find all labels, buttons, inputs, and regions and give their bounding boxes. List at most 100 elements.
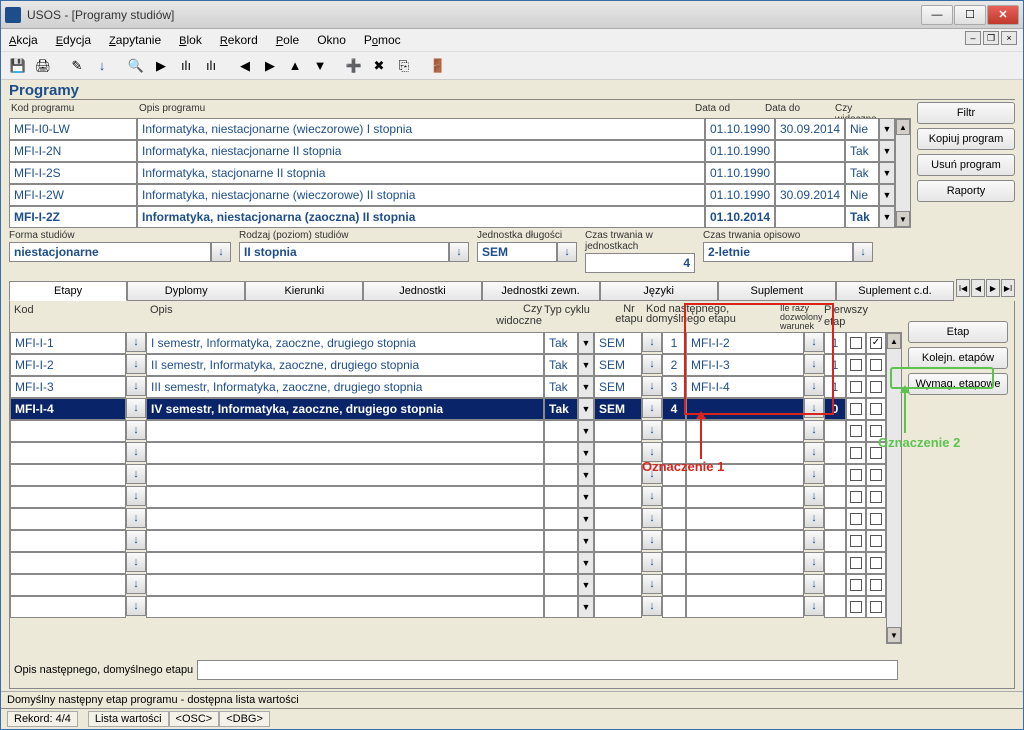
czy-dropdown-icon[interactable]: ▼	[879, 140, 895, 162]
tab-suplement-c-d-[interactable]: Suplement c.d.	[836, 281, 954, 301]
pierwszy-checkbox[interactable]	[870, 469, 882, 481]
etapy-scrollbar[interactable]: ▲ ▼	[886, 332, 902, 644]
warunek-checkbox[interactable]	[850, 425, 862, 437]
program-row[interactable]: MFI-I0-LW Informatyka, niestacjonarne (w…	[9, 118, 895, 140]
rodzaj-lov-icon[interactable]: ↓	[449, 242, 469, 262]
typ-lov-icon[interactable]: ↓	[642, 420, 662, 440]
etap-row[interactable]: MFI-I-2 ↓ II semestr, Informatyka, zaocz…	[10, 354, 886, 376]
czy-dd-icon[interactable]: ▼	[578, 398, 594, 420]
pierwszy-checkbox[interactable]	[870, 579, 882, 591]
mdi-minimize[interactable]: –	[965, 31, 981, 45]
menu-blok[interactable]: Blok	[179, 33, 202, 47]
czy-dd-icon[interactable]: ▼	[578, 552, 594, 574]
tab-j-zyki[interactable]: Języki	[600, 281, 718, 301]
etap-row[interactable]: ↓ ▼ ↓ ↓	[10, 420, 886, 442]
pierwszy-checkbox[interactable]	[870, 491, 882, 503]
etap-row[interactable]: MFI-I-4 ↓ IV semestr, Informatyka, zaocz…	[10, 398, 886, 420]
czy-dropdown-icon[interactable]: ▼	[879, 118, 895, 140]
tab-dyplomy[interactable]: Dyplomy	[127, 281, 245, 301]
typ-lov-icon[interactable]: ↓	[642, 398, 662, 418]
kod-lov-icon[interactable]: ↓	[126, 464, 146, 484]
etap-row[interactable]: ↓ ▼ ↓ ↓	[10, 552, 886, 574]
czy-dropdown-icon[interactable]: ▼	[879, 162, 895, 184]
warunek-checkbox[interactable]	[850, 601, 862, 613]
program-row[interactable]: MFI-I-2W Informatyka, niestacjonarne (wi…	[9, 184, 895, 206]
typ-lov-icon[interactable]: ↓	[642, 332, 662, 352]
forma-lov-icon[interactable]: ↓	[211, 242, 231, 262]
etap-row[interactable]: ↓ ▼ ↓ ↓	[10, 596, 886, 618]
close-button[interactable]: ✕	[987, 5, 1019, 25]
rodzaj-value[interactable]: II stopnia	[239, 242, 449, 262]
kod-lov-icon[interactable]: ↓	[126, 420, 146, 440]
etap-row[interactable]: MFI-I-1 ↓ I semestr, Informatyka, zaoczn…	[10, 332, 886, 354]
etap-row[interactable]: ↓ ▼ ↓ ↓	[10, 486, 886, 508]
tab-last-icon[interactable]: ▶I	[1001, 279, 1015, 297]
tab-kierunki[interactable]: Kierunki	[245, 281, 363, 301]
warunek-checkbox[interactable]	[850, 469, 862, 481]
mdi-close[interactable]: ×	[1001, 31, 1017, 45]
etap-row[interactable]: ↓ ▼ ↓ ↓	[10, 442, 886, 464]
tab-etapy[interactable]: Etapy	[9, 281, 127, 301]
bars-icon[interactable]: ılı	[175, 55, 197, 77]
menu-zapytanie[interactable]: Zapytanie	[109, 33, 161, 47]
kod-lov-icon[interactable]: ↓	[126, 442, 146, 462]
nast-lov-icon[interactable]: ↓	[804, 574, 824, 594]
nast-lov-icon[interactable]: ↓	[804, 398, 824, 418]
czy-dd-icon[interactable]: ▼	[578, 464, 594, 486]
up-icon[interactable]: ▲	[284, 55, 306, 77]
duplicate-icon[interactable]: ⎘	[393, 55, 415, 77]
czy-dd-icon[interactable]: ▼	[578, 574, 594, 596]
kod-lov-icon[interactable]: ↓	[126, 508, 146, 528]
save-icon[interactable]: 💾	[7, 55, 29, 77]
nast-lov-icon[interactable]: ↓	[804, 420, 824, 440]
delete-icon[interactable]: ✖	[368, 55, 390, 77]
usuń-program-button[interactable]: Usuń program	[917, 154, 1015, 176]
forma-value[interactable]: niestacjonarne	[9, 242, 211, 262]
nast-lov-icon[interactable]: ↓	[804, 596, 824, 616]
etap-row[interactable]: ↓ ▼ ↓ ↓	[10, 530, 886, 552]
nast-lov-icon[interactable]: ↓	[804, 464, 824, 484]
typ-lov-icon[interactable]: ↓	[642, 552, 662, 572]
typ-lov-icon[interactable]: ↓	[642, 596, 662, 616]
typ-lov-icon[interactable]: ↓	[642, 574, 662, 594]
kopiuj-program-button[interactable]: Kopiuj program	[917, 128, 1015, 150]
kolejn-etap-w-button[interactable]: Kolejn. etapów	[908, 347, 1008, 369]
nast-lov-icon[interactable]: ↓	[804, 332, 824, 352]
nast-lov-icon[interactable]: ↓	[804, 376, 824, 396]
czasj-value[interactable]: 4	[585, 253, 695, 273]
warunek-checkbox[interactable]	[850, 381, 862, 393]
down-arrow-icon[interactable]: ↓	[91, 55, 113, 77]
kod-lov-icon[interactable]: ↓	[126, 596, 146, 616]
tab-first-icon[interactable]: I◀	[956, 279, 970, 297]
down-icon[interactable]: ▼	[309, 55, 331, 77]
warunek-checkbox[interactable]	[850, 337, 862, 349]
nast-lov-icon[interactable]: ↓	[804, 354, 824, 374]
print-icon[interactable]: 🖨	[32, 55, 54, 77]
kod-lov-icon[interactable]: ↓	[126, 332, 146, 352]
kod-lov-icon[interactable]: ↓	[126, 354, 146, 374]
pierwszy-checkbox[interactable]	[870, 557, 882, 569]
warunek-checkbox[interactable]	[850, 579, 862, 591]
typ-lov-icon[interactable]: ↓	[642, 486, 662, 506]
nast-lov-icon[interactable]: ↓	[804, 486, 824, 506]
pierwszy-checkbox[interactable]	[870, 513, 882, 525]
menu-okno[interactable]: Okno	[317, 33, 346, 47]
etap-button[interactable]: Etap	[908, 321, 1008, 343]
czy-dd-icon[interactable]: ▼	[578, 332, 594, 354]
tab-jednostki-zewn-[interactable]: Jednostki zewn.	[482, 281, 600, 301]
pierwszy-checkbox[interactable]	[870, 337, 882, 349]
menu-edycja[interactable]: Edycja	[56, 33, 91, 47]
typ-lov-icon[interactable]: ↓	[642, 530, 662, 550]
nast-lov-icon[interactable]: ↓	[804, 530, 824, 550]
tab-prev-icon[interactable]: ◀	[971, 279, 985, 297]
warunek-checkbox[interactable]	[850, 535, 862, 547]
query-icon[interactable]: 🔍	[125, 55, 147, 77]
jedn-value[interactable]: SEM	[477, 242, 557, 262]
next-icon[interactable]: ▶	[259, 55, 281, 77]
tab-next-icon[interactable]: ▶	[986, 279, 1000, 297]
mdi-restore[interactable]: ❐	[983, 31, 999, 45]
program-row[interactable]: MFI-I-2N Informatyka, niestacjonarne II …	[9, 140, 895, 162]
kod-lov-icon[interactable]: ↓	[126, 486, 146, 506]
scroll-up-icon[interactable]: ▲	[887, 333, 901, 349]
etap-row[interactable]: ↓ ▼ ↓ ↓	[10, 508, 886, 530]
